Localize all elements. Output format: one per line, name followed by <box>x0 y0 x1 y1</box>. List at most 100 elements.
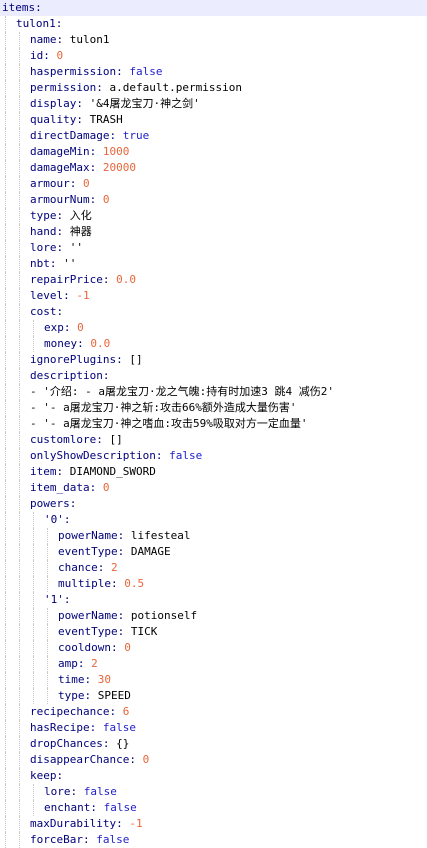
yaml-value: 2 <box>91 657 98 670</box>
code-line[interactable]: item: DIAMOND_SWORD <box>0 464 427 480</box>
code-line[interactable]: hasRecipe: false <box>0 720 427 736</box>
code-line[interactable]: dropChances: {} <box>0 736 427 752</box>
code-line[interactable]: hand: 神器 <box>0 224 427 240</box>
key-separator: : <box>77 337 84 350</box>
code-line[interactable]: level: -1 <box>0 288 427 304</box>
code-line[interactable]: name: tulon1 <box>0 32 427 48</box>
code-line[interactable]: onlyShowDescription: false <box>0 448 427 464</box>
code-line[interactable]: amp: 2 <box>0 656 427 672</box>
list-item[interactable]: - '- a屠龙宝刀·神之斩:攻击66%额外造成大量伤害' <box>0 400 427 416</box>
yaml-key: directDamage <box>30 129 110 142</box>
code-line[interactable]: recipechance: 6 <box>0 704 427 720</box>
yaml-value: '&4屠龙宝刀·神之剑' <box>89 97 200 110</box>
key-separator: : <box>89 481 97 494</box>
code-line[interactable]: eventType: TICK <box>0 624 427 640</box>
code-line[interactable]: disappearChance: 0 <box>0 752 427 768</box>
list-item[interactable]: - '- a屠龙宝刀·神之嗜血:攻击59%吸取对方一定血量' <box>0 416 427 432</box>
yaml-value: 0 <box>56 49 64 62</box>
key-separator: : <box>49 257 57 270</box>
code-line[interactable]: id: 0 <box>0 48 427 64</box>
key-separator: : <box>96 81 103 94</box>
yaml-value: 2 <box>111 561 118 574</box>
code-line[interactable]: cost: <box>0 304 427 320</box>
code-line[interactable]: repairPrice: 0.0 <box>0 272 427 288</box>
indent-guide <box>33 576 34 592</box>
code-line[interactable]: '1': <box>0 592 427 608</box>
line-content: display: '&4屠龙宝刀·神之剑' <box>30 96 200 112</box>
code-line[interactable]: type: 入化 <box>0 208 427 224</box>
yaml-editor[interactable]: items: tulon1: name: tulon1 id: 0 haspermiss… <box>0 0 427 848</box>
line-content: eventType: DAMAGE <box>58 544 171 560</box>
yaml-value: potionself <box>130 609 198 622</box>
yaml-value: SPEED <box>97 689 131 702</box>
code-line[interactable]: eventType: DAMAGE <box>0 544 427 560</box>
code-line[interactable]: enchant: false <box>0 800 427 816</box>
code-line[interactable]: multiple: 0.5 <box>0 576 427 592</box>
code-line[interactable]: powers: <box>0 496 427 512</box>
code-line[interactable]: powerName: potionself <box>0 608 427 624</box>
indent-guide <box>5 336 6 352</box>
code-line[interactable]: money: 0.0 <box>0 336 427 352</box>
key-separator: : <box>110 577 118 590</box>
indent-guide <box>19 640 20 656</box>
yaml-key: type <box>30 209 57 222</box>
code-line[interactable]: lore: '' <box>0 240 427 256</box>
list-item-text: - '- a屠龙宝刀·神之嗜血:攻击59%吸取对方一定血量' <box>30 417 308 430</box>
indent-guide <box>33 656 34 672</box>
key-separator: : <box>102 369 110 382</box>
indent-guide <box>5 736 6 752</box>
code-line[interactable]: keep: <box>0 768 427 784</box>
line-content: powers: <box>30 496 76 512</box>
indent-guide <box>47 560 48 576</box>
code-line[interactable]: damageMin: 1000 <box>0 144 427 160</box>
yaml-value: a.default.permission <box>109 81 242 94</box>
code-line[interactable]: powerName: lifesteal <box>0 528 427 544</box>
yaml-key: chance <box>58 561 98 574</box>
indent-guide <box>5 208 6 224</box>
indent-guide <box>19 656 20 672</box>
code-line[interactable]: display: '&4屠龙宝刀·神之剑' <box>0 96 427 112</box>
yaml-key: nbt <box>30 257 50 270</box>
code-line[interactable]: armourNum: 0 <box>0 192 427 208</box>
code-line[interactable]: description: <box>0 368 427 384</box>
indent-guide <box>19 176 20 192</box>
code-line[interactable]: permission: a.default.permission <box>0 80 427 96</box>
code-line[interactable]: ignorePlugins: [] <box>0 352 427 368</box>
code-line[interactable]: exp: 0 <box>0 320 427 336</box>
line-content: armourNum: 0 <box>30 192 109 208</box>
code-line[interactable]: haspermission: false <box>0 64 427 80</box>
code-line[interactable]: item_data: 0 <box>0 480 427 496</box>
yaml-key: recipechance <box>30 705 110 718</box>
code-line[interactable]: customlore: [] <box>0 432 427 448</box>
indent-guide <box>19 768 20 784</box>
code-line[interactable]: forceBar: false <box>0 832 427 848</box>
list-item[interactable]: - '介绍: - a屠龙宝刀·龙之气魄:持有时加速3 跳4 减伤2' <box>0 384 427 400</box>
yaml-key: amp <box>58 657 78 670</box>
code-line[interactable]: damageMax: 20000 <box>0 160 427 176</box>
line-content: directDamage: true <box>30 128 149 144</box>
indent-guide <box>5 144 6 160</box>
indent-guide <box>47 576 48 592</box>
indent-guide <box>19 112 20 128</box>
code-line[interactable]: nbt: '' <box>0 256 427 272</box>
code-line[interactable]: directDamage: true <box>0 128 427 144</box>
indent-guide <box>5 464 6 480</box>
line-content: recipechance: 6 <box>30 704 129 720</box>
code-line[interactable]: quality: TRASH <box>0 112 427 128</box>
indent-guide <box>5 768 6 784</box>
code-line[interactable]: '0': <box>0 512 427 528</box>
code-line[interactable]: armour: 0 <box>0 176 427 192</box>
line-content: amp: 2 <box>58 656 98 672</box>
yaml-key: exp <box>44 321 64 334</box>
code-line[interactable]: cooldown: 0 <box>0 640 427 656</box>
code-line[interactable]: tulon1: <box>0 16 427 32</box>
yaml-value: 0.0 <box>116 273 136 286</box>
code-line[interactable]: time: 30 <box>0 672 427 688</box>
code-line[interactable]: lore: false <box>0 784 427 800</box>
code-line[interactable]: items: <box>0 0 427 16</box>
key-separator: : <box>97 561 105 574</box>
code-line[interactable]: maxDurability: -1 <box>0 816 427 832</box>
code-line[interactable]: chance: 2 <box>0 560 427 576</box>
code-line[interactable]: type: SPEED <box>0 688 427 704</box>
indent-guide <box>33 640 34 656</box>
